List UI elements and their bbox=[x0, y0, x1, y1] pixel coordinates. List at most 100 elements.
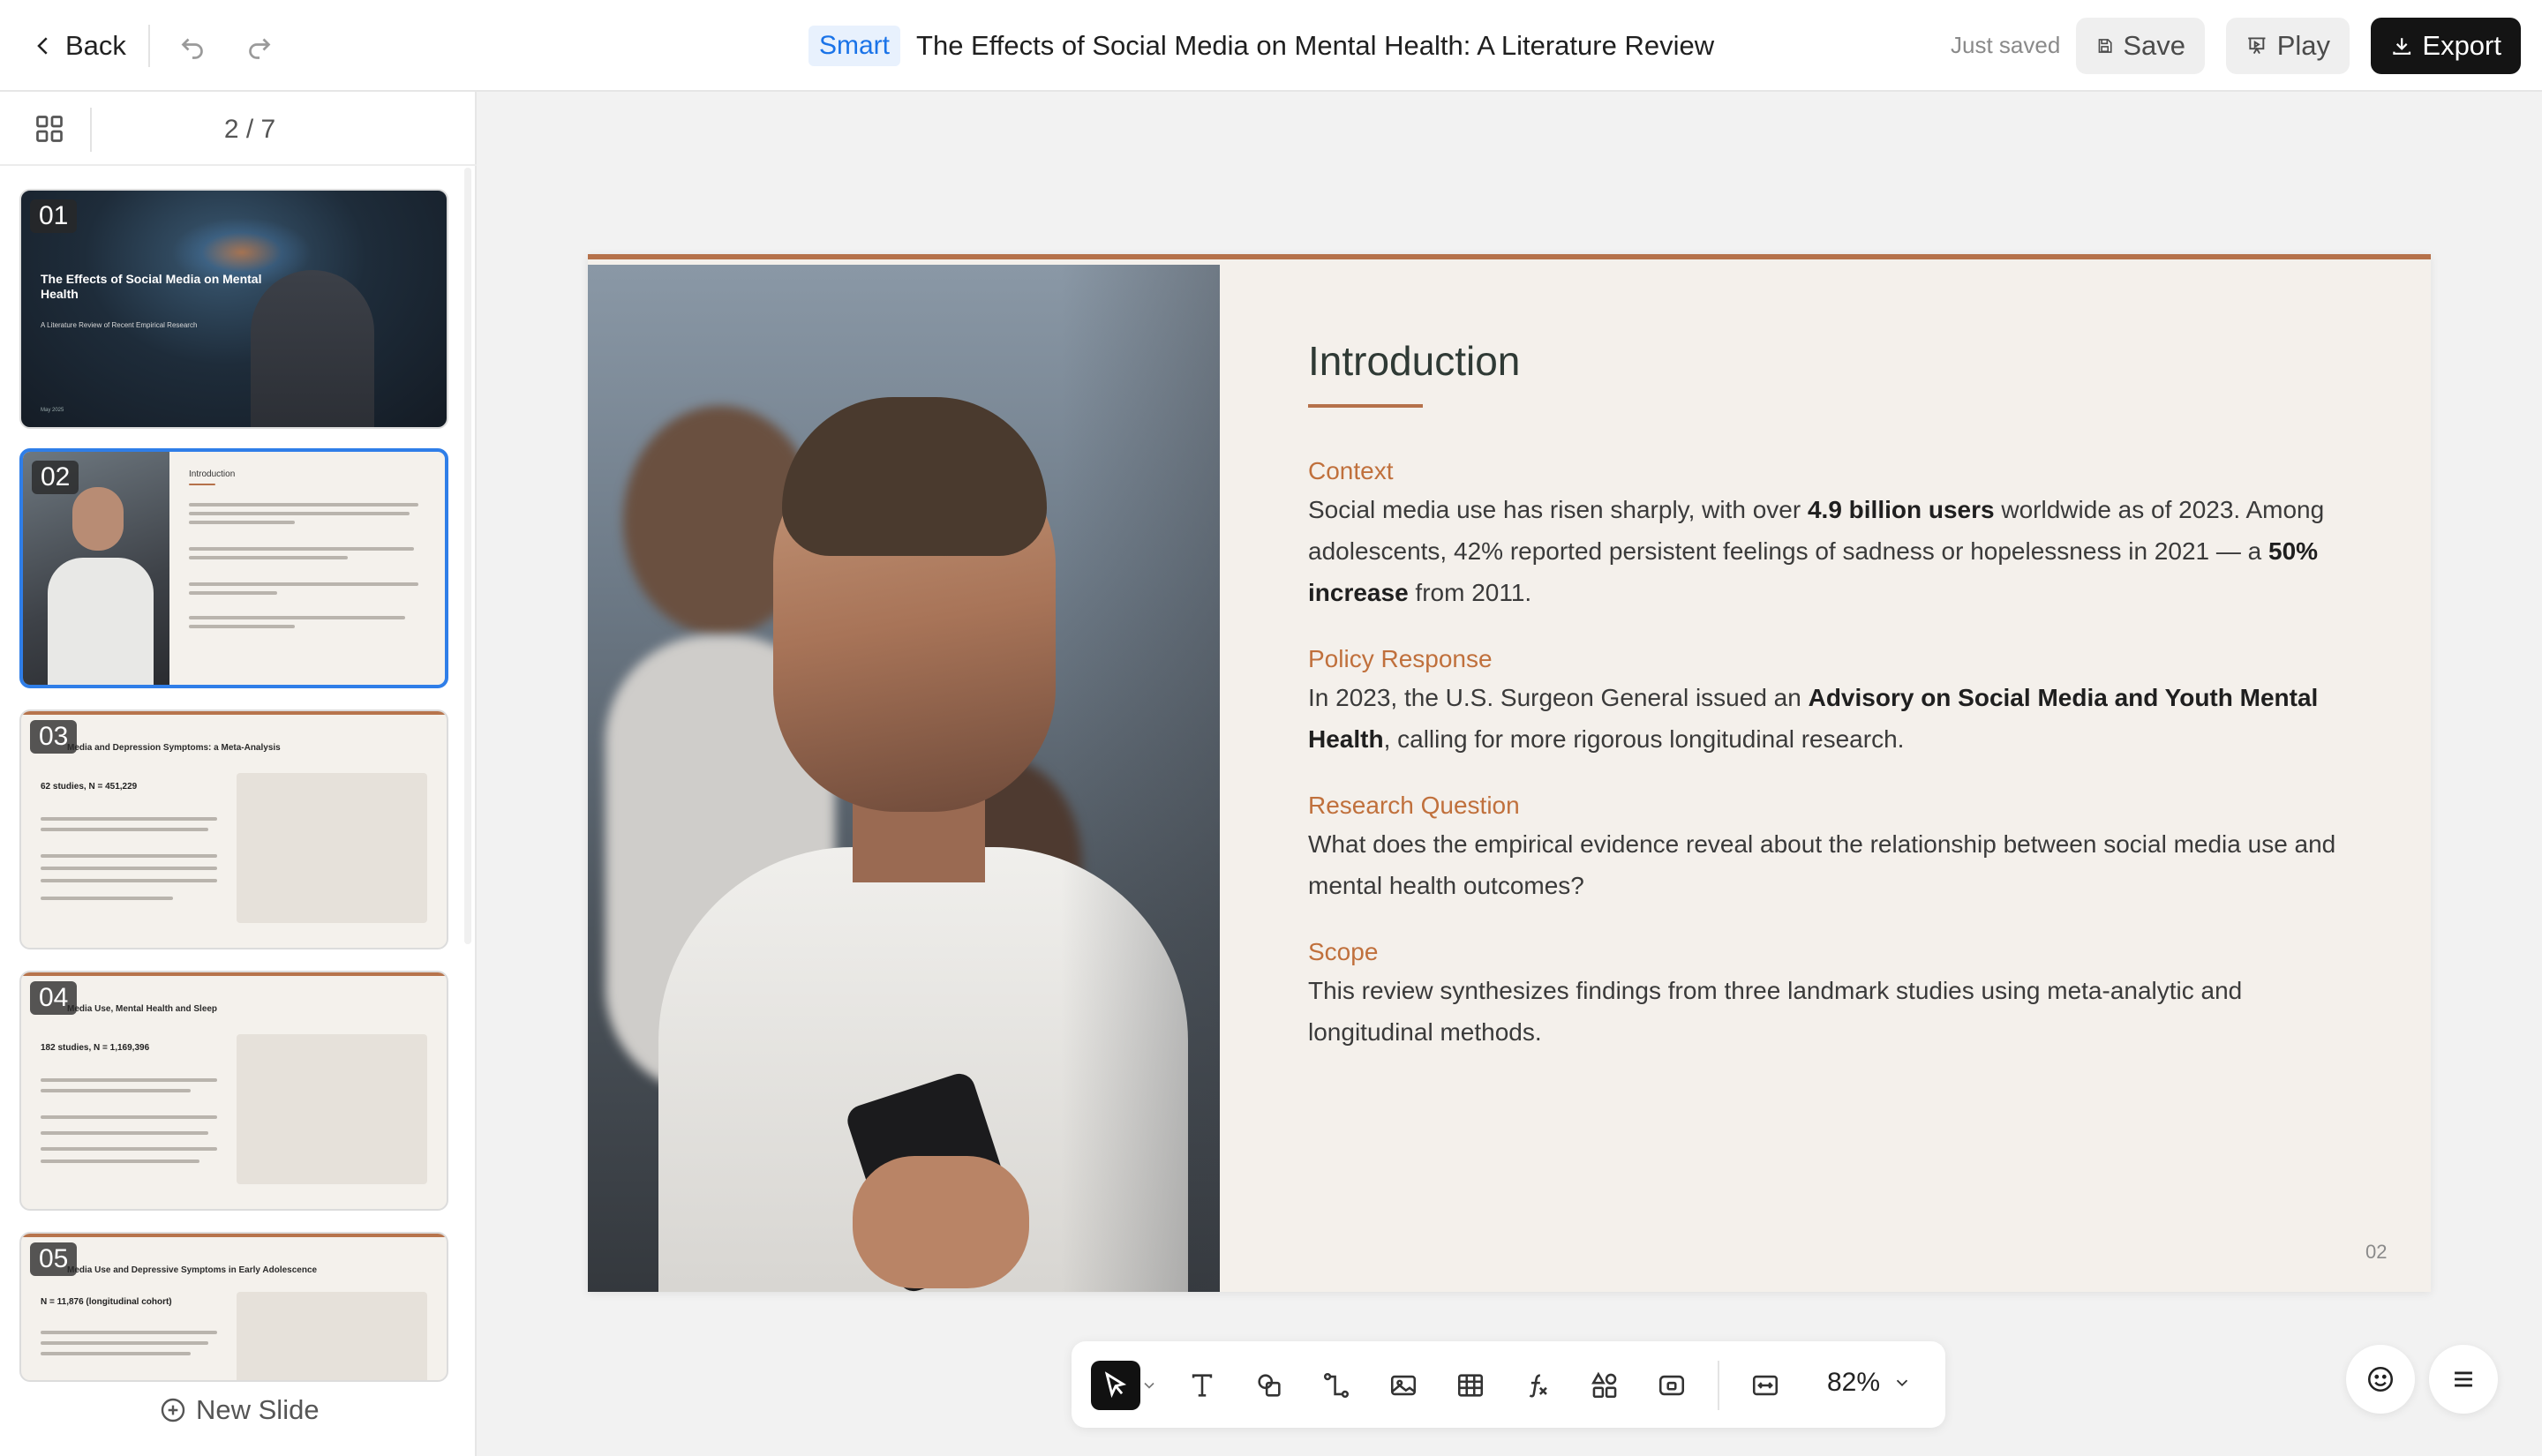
media-tool-button[interactable] bbox=[1647, 1361, 1696, 1410]
thumbnail-photo-shirt bbox=[48, 558, 154, 685]
formula-tool-button[interactable] bbox=[1513, 1361, 1562, 1410]
chevron-down-icon bbox=[1144, 1382, 1154, 1389]
slide-thumbnail-2[interactable]: 02 Introduction bbox=[19, 448, 448, 688]
thumbnail-text-line bbox=[41, 879, 217, 882]
section-context[interactable]: Context Social media use has risen sharp… bbox=[1308, 457, 2367, 613]
thumbnail-text-line bbox=[189, 512, 410, 515]
slide-photo[interactable] bbox=[588, 265, 1220, 1292]
thumbnail-text-line bbox=[41, 1078, 217, 1082]
save-button[interactable]: Save bbox=[2076, 18, 2205, 74]
slide-number-badge: 04 bbox=[30, 981, 78, 1015]
thumbnail-title: The Effects of Social Media on Mental He… bbox=[41, 272, 262, 301]
back-button[interactable]: Back bbox=[30, 23, 126, 69]
fit-to-screen-button[interactable] bbox=[1741, 1361, 1790, 1410]
photo-hair bbox=[782, 397, 1047, 556]
plus-circle-icon bbox=[161, 1398, 185, 1422]
presentation-icon bbox=[2248, 37, 2266, 55]
thumbnail-text-line bbox=[189, 591, 277, 595]
floppy-disk-icon bbox=[2098, 39, 2112, 53]
section-scope[interactable]: Scope This review synthesizes findings f… bbox=[1308, 938, 2367, 1053]
shape-tool-button[interactable] bbox=[1245, 1361, 1294, 1410]
text-tool-button[interactable] bbox=[1177, 1361, 1227, 1410]
slide-thumbnail-5[interactable]: 05 Media Use and Depressive Symptoms in … bbox=[19, 1232, 448, 1382]
sidebar-scrollbar[interactable] bbox=[464, 168, 471, 944]
thumbnail-text-line bbox=[41, 1341, 208, 1345]
section-research-question[interactable]: Research Question What does the empirica… bbox=[1308, 792, 2367, 906]
image-tool-button[interactable] bbox=[1379, 1361, 1428, 1410]
section-text: In 2023, the U.S. Surgeon General issued… bbox=[1308, 677, 2367, 760]
fit-icon bbox=[1752, 1375, 1779, 1396]
divider bbox=[148, 25, 150, 67]
slide-sidebar: 2 / 7 01 The Effects of Social Media on … bbox=[0, 92, 477, 1456]
thumbnail-text-line bbox=[41, 1147, 217, 1151]
slide-title[interactable]: Introduction bbox=[1308, 337, 2367, 385]
media-icon bbox=[1658, 1375, 1685, 1396]
shape-icon bbox=[1258, 1374, 1281, 1397]
export-label: Export bbox=[2422, 30, 2501, 61]
section-text: This review synthesizes findings from th… bbox=[1308, 977, 2243, 1046]
slide-body[interactable]: Introduction Context Social media use ha… bbox=[1308, 337, 2367, 1053]
slide-thumbnail-1[interactable]: 01 The Effects of Social Media on Mental… bbox=[19, 189, 448, 429]
section-policy-response[interactable]: Policy Response In 2023, the U.S. Surgeo… bbox=[1308, 645, 2367, 760]
slide-thumbnail-3[interactable]: 03 Media and Depression Symptoms: a Meta… bbox=[19, 709, 448, 949]
chevron-left-icon bbox=[37, 37, 48, 55]
connector-tool-button[interactable] bbox=[1312, 1361, 1361, 1410]
sidebar-header: 2 / 7 bbox=[0, 92, 477, 166]
thumbnail-accent-bar bbox=[21, 972, 447, 976]
grid-icon bbox=[36, 116, 63, 142]
new-slide-label: New Slide bbox=[196, 1394, 320, 1425]
components-tool-button[interactable] bbox=[1580, 1361, 1629, 1410]
table-tool-button[interactable] bbox=[1446, 1361, 1495, 1410]
thumbnail-text-line bbox=[189, 503, 418, 507]
connector-icon bbox=[1323, 1372, 1350, 1399]
text-icon bbox=[1192, 1374, 1213, 1397]
thumbnail-title: Introduction bbox=[189, 469, 236, 479]
section-heading: Context bbox=[1308, 457, 1394, 484]
feedback-button[interactable] bbox=[2346, 1345, 2415, 1414]
text-run: Social media use has risen sharply, with… bbox=[1308, 496, 1808, 523]
smiley-icon bbox=[2367, 1366, 2394, 1392]
section-heading: Policy Response bbox=[1308, 645, 1493, 672]
thumbnail-text-line bbox=[41, 854, 217, 858]
play-button[interactable]: Play bbox=[2226, 18, 2350, 74]
undo-button[interactable] bbox=[173, 26, 212, 65]
slide-canvas[interactable]: Introduction Context Social media use ha… bbox=[588, 254, 2431, 1292]
select-icon bbox=[1104, 1371, 1127, 1399]
thumbnail-insight-card bbox=[237, 773, 427, 923]
select-tool-dropdown[interactable] bbox=[1140, 1377, 1158, 1394]
thumbnail-text-line bbox=[41, 1089, 191, 1092]
thumbnail-stat: 182 studies, N = 1,169,396 bbox=[41, 1043, 150, 1053]
thumbnail-text-line bbox=[41, 1131, 208, 1135]
thumbnail-text-line bbox=[41, 867, 217, 870]
slide-page-number: 02 bbox=[2365, 1241, 2388, 1263]
slide-number-badge: 02 bbox=[32, 461, 79, 494]
thumbnail-subtitle: A Literature Review of Recent Empirical … bbox=[41, 321, 198, 329]
new-slide-button[interactable]: New Slide bbox=[159, 1394, 320, 1426]
undo-icon bbox=[181, 38, 203, 59]
save-status: Just saved bbox=[1951, 32, 2061, 58]
grid-view-button[interactable] bbox=[34, 113, 65, 145]
zoom-dropdown[interactable]: 82% bbox=[1827, 1368, 1912, 1398]
select-tool-button[interactable] bbox=[1091, 1361, 1140, 1410]
thumbnail-text-line bbox=[41, 897, 173, 900]
thumbnail-date: May 2025 bbox=[41, 408, 64, 413]
slide-thumbnail-4[interactable]: 04 Media Use, Mental Health and Sleep 18… bbox=[19, 971, 448, 1211]
photo-fade bbox=[1061, 265, 1220, 1292]
back-label: Back bbox=[65, 30, 126, 61]
thumbnail-stat: N = 11,876 (longitudinal cohort) bbox=[41, 1297, 172, 1307]
menu-button[interactable] bbox=[2429, 1345, 2498, 1414]
thumbnail-accent-bar bbox=[21, 1234, 447, 1237]
table-icon bbox=[1457, 1374, 1484, 1397]
section-heading: Scope bbox=[1308, 938, 1379, 965]
redo-button[interactable] bbox=[240, 26, 279, 65]
zoom-level: 82% bbox=[1827, 1368, 1881, 1397]
document-title[interactable]: The Effects of Social Media on Mental He… bbox=[916, 30, 1714, 62]
bold-run: 4.9 billion users bbox=[1807, 496, 1995, 523]
thumbnail-title: Media Use, Mental Health and Sleep bbox=[67, 1004, 218, 1014]
export-button[interactable]: Export bbox=[2371, 18, 2521, 74]
thumbnail-text-line bbox=[41, 828, 208, 831]
formula-icon bbox=[1529, 1374, 1547, 1398]
smart-badge[interactable]: Smart bbox=[808, 26, 901, 66]
thumbnail-title: Media and Depression Symptoms: a Meta-An… bbox=[67, 743, 281, 753]
thumbnail-text-line bbox=[189, 616, 405, 619]
